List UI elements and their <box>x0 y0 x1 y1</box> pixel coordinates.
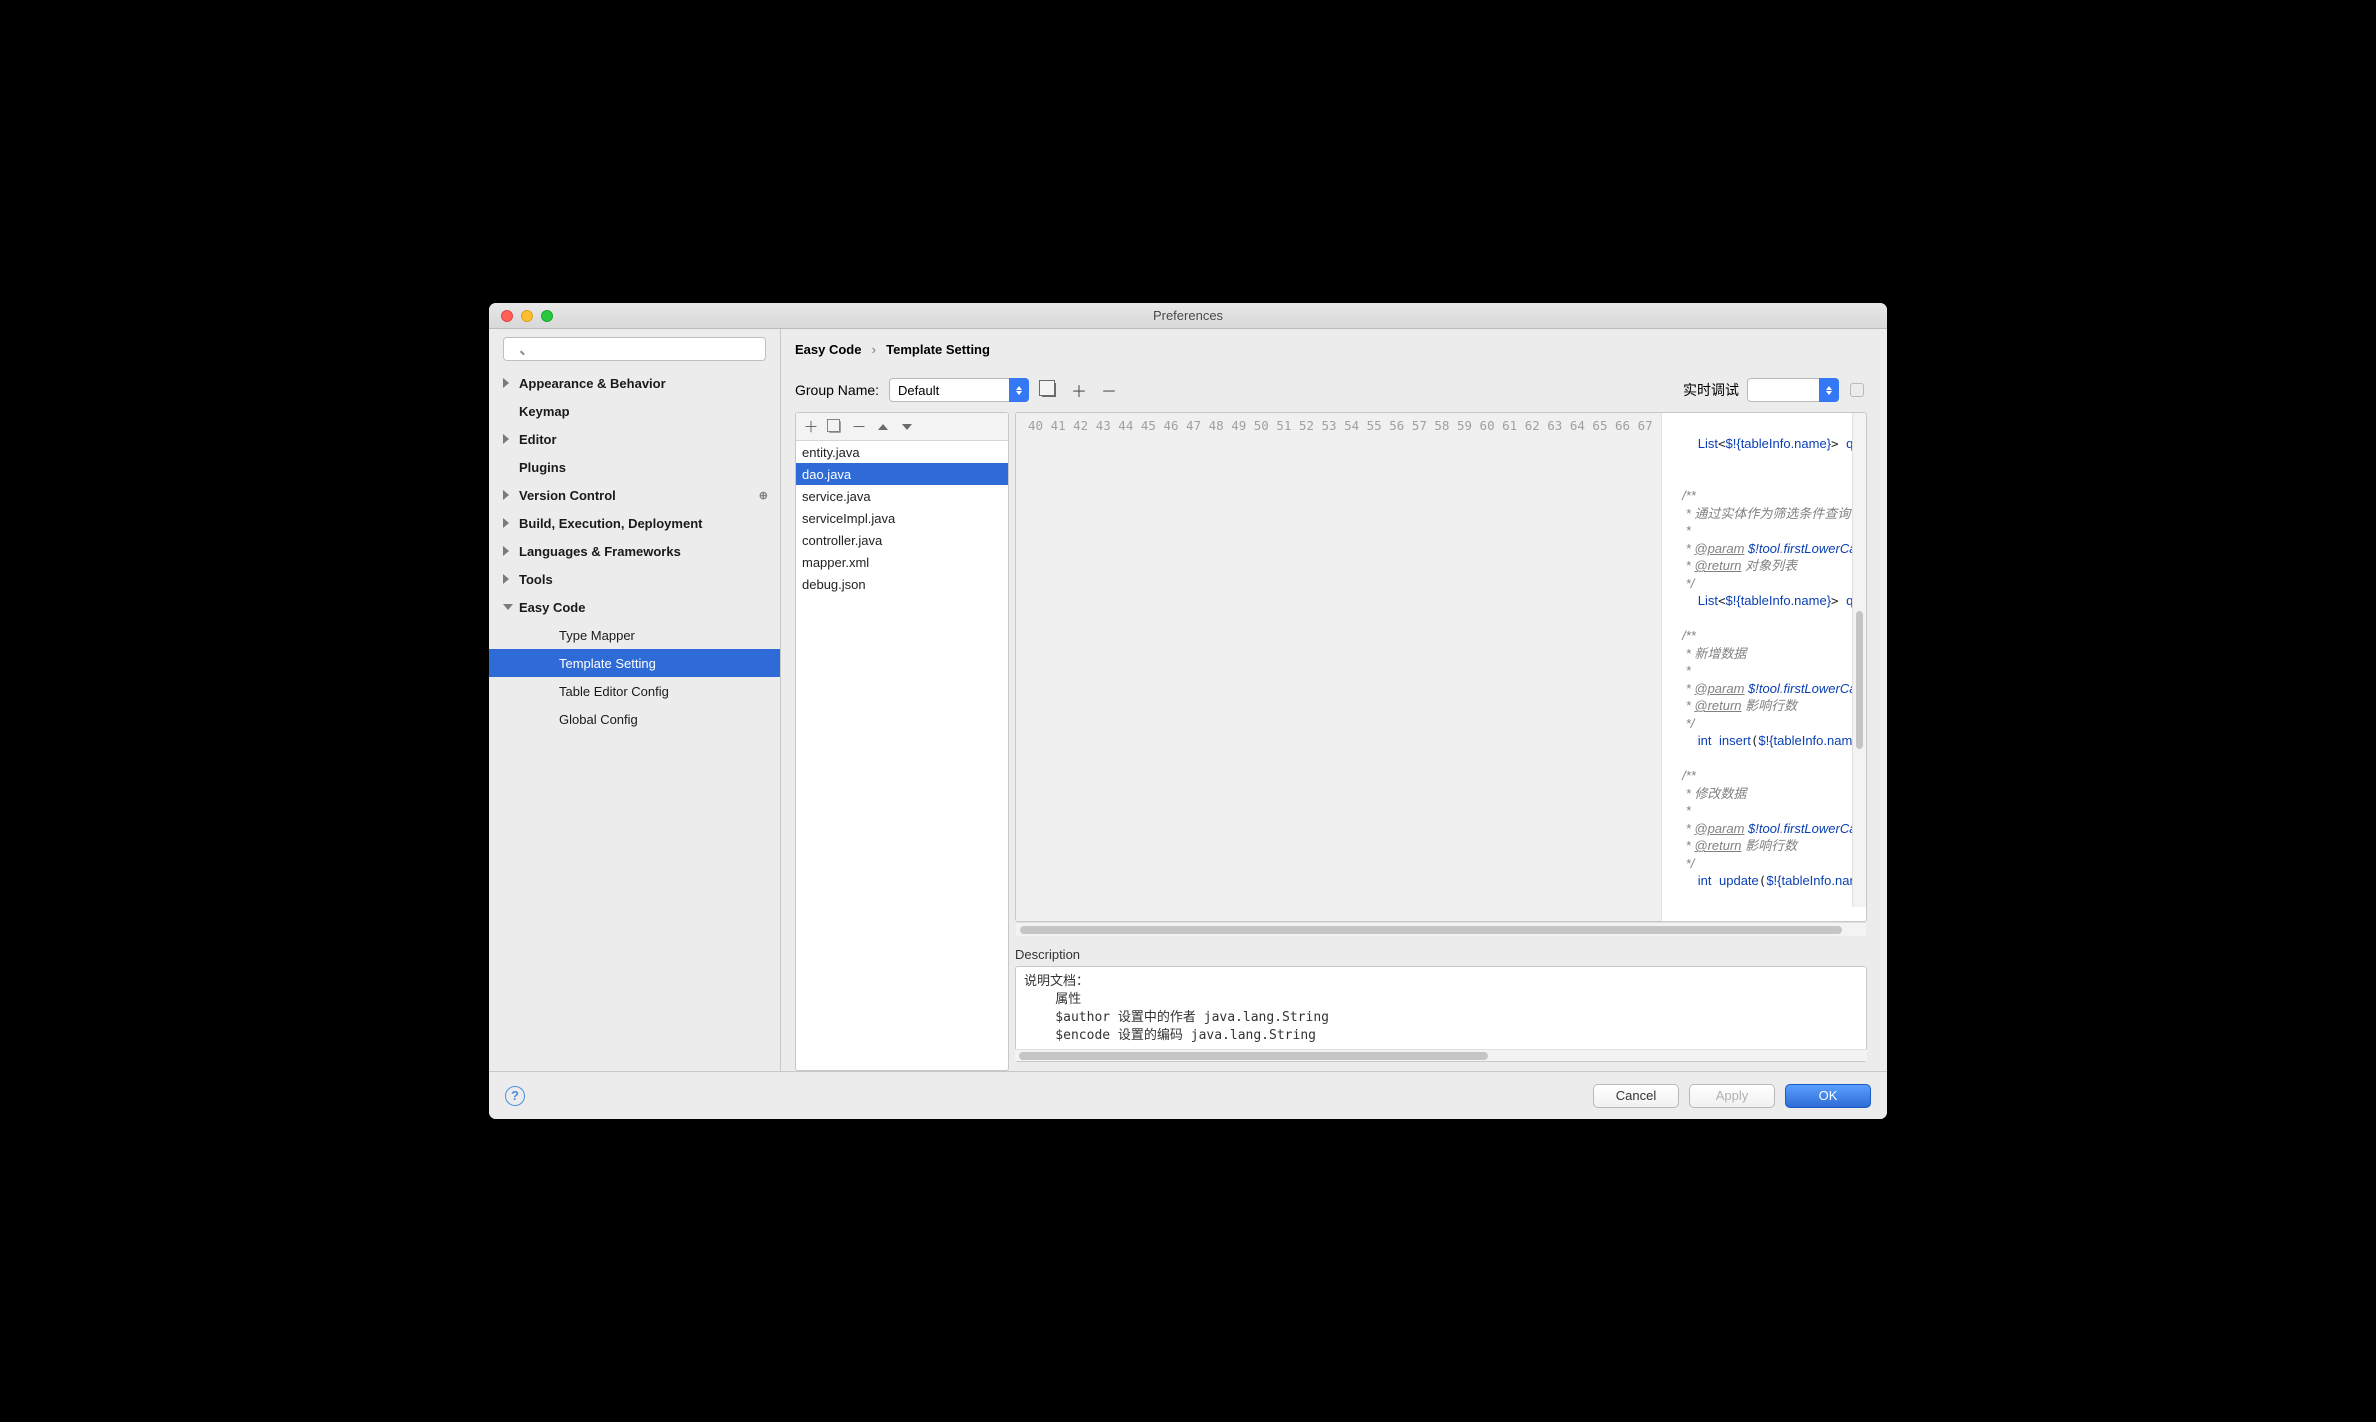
sidebar-item-build-execution-deployment[interactable]: Build, Execution, Deployment <box>489 509 780 537</box>
sidebar-item-label: Build, Execution, Deployment <box>519 516 702 531</box>
main-panel: Easy Code › Template Setting Group Name:… <box>781 329 1887 1071</box>
sidebar-item-appearance-behavior[interactable]: Appearance & Behavior <box>489 369 780 397</box>
chevron-right-icon: › <box>872 342 876 357</box>
project-badge-icon: ⊕ <box>759 489 768 502</box>
sidebar-item-label: Editor <box>519 432 557 447</box>
sidebar-item-global-config[interactable]: Global Config <box>489 705 780 733</box>
group-row: Group Name: Default ＋ － 实时调试 <box>795 378 1867 402</box>
sidebar-item-table-editor-config[interactable]: Table Editor Config <box>489 677 780 705</box>
sidebar-item-type-mapper[interactable]: Type Mapper <box>489 621 780 649</box>
cancel-button[interactable]: Cancel <box>1593 1084 1679 1108</box>
horizontal-scrollbar[interactable] <box>1016 922 1866 936</box>
sidebar-item-editor[interactable]: Editor <box>489 425 780 453</box>
file-column: ＋ － entity.javadao.javaservice.javaservi… <box>795 412 1009 1071</box>
titlebar: Preferences <box>489 303 1887 329</box>
breadcrumb-leaf: Template Setting <box>886 342 990 357</box>
vertical-scrollbar[interactable] <box>1852 413 1866 907</box>
gutter: 40 41 42 43 44 45 46 47 48 49 50 51 52 5… <box>1016 413 1662 921</box>
chevron-down-icon <box>503 604 513 614</box>
file-item[interactable]: mapper.xml <box>796 551 1008 573</box>
preferences-window: Preferences Appearance & Behavior Keymap E… <box>489 303 1887 1119</box>
help-icon[interactable]: ? <box>505 1086 525 1106</box>
footer: ? Cancel Apply OK <box>489 1071 1887 1119</box>
move-up-icon[interactable] <box>876 424 890 430</box>
body: Appearance & Behavior Keymap Editor Plugins… <box>489 329 1887 1071</box>
sidebar-item-label: Languages & Frameworks <box>519 544 681 559</box>
search-input[interactable] <box>503 337 766 361</box>
sidebar-item-label: Appearance & Behavior <box>519 376 666 391</box>
code-area[interactable]: List<$!{tableInfo.name}> queryAllByLimit… <box>1662 413 1866 921</box>
sidebar-item-label: Tools <box>519 572 553 587</box>
sidebar-item-tools[interactable]: Tools <box>489 565 780 593</box>
file-item[interactable]: service.java <box>796 485 1008 507</box>
window-title: Preferences <box>489 308 1887 323</box>
chevron-right-icon <box>503 546 513 556</box>
copy-icon[interactable] <box>1039 380 1059 400</box>
move-down-icon[interactable] <box>900 424 914 430</box>
file-toolbar: ＋ － <box>796 413 1008 441</box>
sidebar-item-label: Keymap <box>519 404 570 419</box>
sidebar-item-label: Easy Code <box>519 600 585 615</box>
preview-icon[interactable] <box>1847 380 1867 400</box>
description-box[interactable]: 说明文档： 属性 $author 设置中的作者 java.lang.String… <box>1015 966 1867 1062</box>
copy-icon[interactable] <box>828 420 842 434</box>
ok-button[interactable]: OK <box>1785 1084 1871 1108</box>
add-icon[interactable]: ＋ <box>1069 380 1089 400</box>
apply-button[interactable]: Apply <box>1689 1084 1775 1108</box>
realtime-label: 实时调试 <box>1683 380 1739 400</box>
sidebar-item-plugins[interactable]: Plugins <box>489 453 780 481</box>
add-icon[interactable]: ＋ <box>804 416 818 437</box>
file-item[interactable]: debug.json <box>796 573 1008 595</box>
chevron-updown-icon <box>1009 378 1029 402</box>
chevron-updown-icon <box>1819 378 1839 402</box>
sidebar: Appearance & Behavior Keymap Editor Plugins… <box>489 329 781 1071</box>
sidebar-item-languages-frameworks[interactable]: Languages & Frameworks <box>489 537 780 565</box>
sidebar-item-label: Plugins <box>519 460 566 475</box>
editor-column: 40 41 42 43 44 45 46 47 48 49 50 51 52 5… <box>1015 412 1867 1071</box>
sidebar-item-version-control[interactable]: Version Control ⊕ <box>489 481 780 509</box>
content-split: ＋ － entity.javadao.javaservice.javaservi… <box>795 412 1867 1071</box>
file-list: entity.javadao.javaservice.javaserviceIm… <box>796 441 1008 1070</box>
group-name-label: Group Name: <box>795 382 879 398</box>
sidebar-item-keymap[interactable]: Keymap <box>489 397 780 425</box>
search-icon <box>503 337 766 361</box>
sidebar-item-template-setting[interactable]: Template Setting <box>489 649 780 677</box>
description-scrollbar[interactable] <box>1015 1049 1867 1061</box>
settings-tree: Appearance & Behavior Keymap Editor Plugins… <box>489 369 780 1071</box>
chevron-right-icon <box>503 574 513 584</box>
chevron-right-icon <box>503 518 513 528</box>
description-label: Description <box>1015 947 1867 962</box>
breadcrumb-root: Easy Code <box>795 342 861 357</box>
file-item[interactable]: dao.java <box>796 463 1008 485</box>
file-item[interactable]: serviceImpl.java <box>796 507 1008 529</box>
chevron-right-icon <box>503 434 513 444</box>
group-name-select[interactable]: Default <box>889 378 1029 402</box>
remove-icon[interactable]: － <box>852 416 866 437</box>
sidebar-item-easy-code[interactable]: Easy Code <box>489 593 780 621</box>
breadcrumb: Easy Code › Template Setting <box>795 341 1867 358</box>
file-item[interactable]: controller.java <box>796 529 1008 551</box>
remove-icon[interactable]: － <box>1099 380 1119 400</box>
code-editor[interactable]: 40 41 42 43 44 45 46 47 48 49 50 51 52 5… <box>1015 412 1867 922</box>
chevron-right-icon <box>503 378 513 388</box>
chevron-right-icon <box>503 490 513 500</box>
sidebar-item-label: Version Control <box>519 488 616 503</box>
file-item[interactable]: entity.java <box>796 441 1008 463</box>
